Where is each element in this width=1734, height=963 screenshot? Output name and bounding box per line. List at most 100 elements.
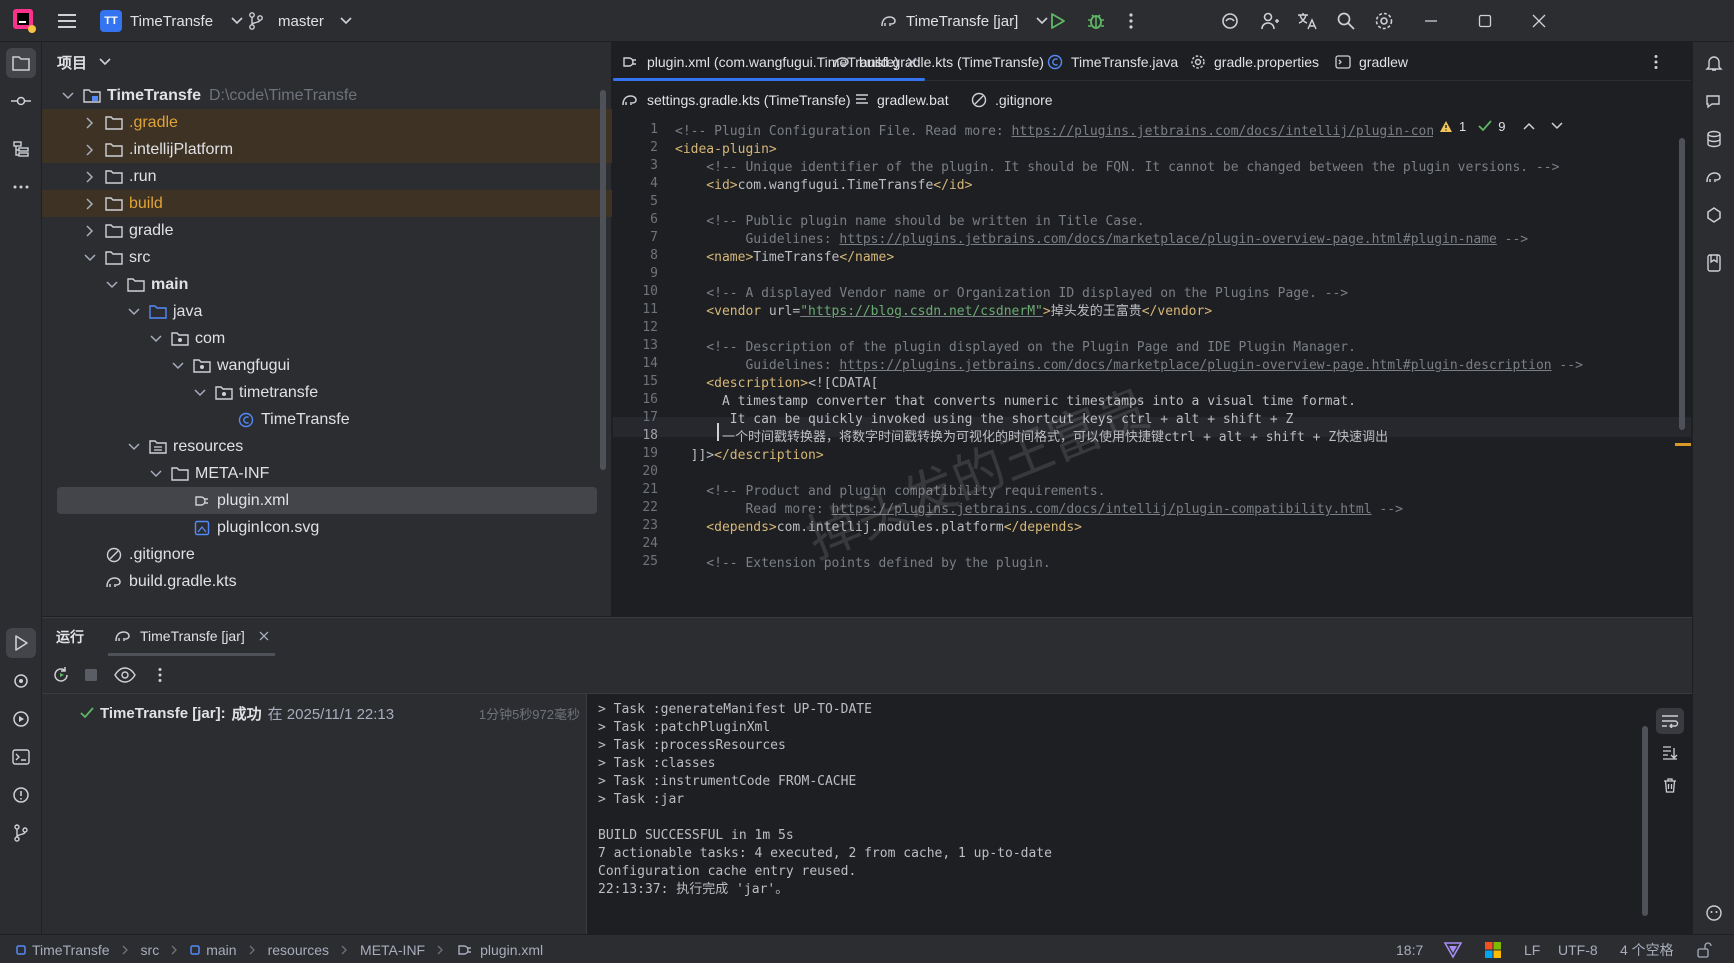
tree-item-main[interactable]: main [42,271,612,298]
chevron-down-icon[interactable] [126,304,142,320]
structure-icon[interactable] [6,134,36,164]
copilot-icon[interactable] [1699,200,1729,230]
console-scrollbar[interactable] [1642,726,1648,916]
chevron-down-icon[interactable] [1551,122,1563,130]
tab-settings-gradle[interactable]: settings.gradle.kts (TimeTransfe) [621,81,851,118]
feedback-icon[interactable] [1699,898,1729,928]
tab-build-gradle[interactable]: build.gradle.kts (TimeTransfe) [833,42,1044,81]
file-encoding[interactable]: UTF-8 [1558,935,1598,963]
tab-gradle-properties[interactable]: gradle.properties [1190,42,1319,81]
ai-assistant-icon[interactable] [1220,0,1240,42]
chevron-down-icon[interactable] [192,385,208,401]
main-menu-icon[interactable] [56,0,78,42]
tree-item-gradle[interactable]: gradle [42,217,612,244]
tree-item-build-gradle-kts[interactable]: build.gradle.kts [42,568,612,595]
more-actions-icon[interactable] [154,664,166,686]
inspection-widget[interactable]: 1 9 [1433,114,1570,138]
lock-icon[interactable] [1696,935,1712,963]
breadcrumb-item[interactable]: TimeTransfe [32,942,110,958]
close-tab-icon[interactable] [259,631,269,641]
notifications-bell-icon[interactable] [1699,48,1729,78]
editor-scrollbar[interactable] [1679,138,1685,430]
run-result-row[interactable]: TimeTransfe [jar]: 成功 在 2025/11/1 22:13 … [80,702,580,724]
scroll-to-end-icon[interactable] [1656,740,1684,766]
indent-setting[interactable]: 4 个空格 [1620,935,1674,963]
tab-run-config[interactable]: TimeTransfe [jar] [108,618,275,656]
chevron-down-icon[interactable] [82,250,98,266]
line-separator[interactable]: LF [1524,935,1540,963]
chevron-down-icon[interactable] [148,331,164,347]
more-actions-icon[interactable] [1128,0,1134,42]
settings-gear-icon[interactable] [1374,0,1394,42]
chevron-down-icon[interactable] [104,277,120,293]
commit-icon[interactable] [6,86,36,116]
project-switcher[interactable]: TT TimeTransfe [100,0,243,42]
breadcrumb-item[interactable]: main [206,942,236,958]
more-tabs-icon[interactable] [1653,42,1659,81]
close-window-icon[interactable] [1532,0,1546,42]
tree-item-timetransfe[interactable]: timetransfe [42,379,612,406]
translate-icon[interactable] [1296,0,1318,42]
tab-timetransfe-java[interactable]: TimeTransfe.java [1047,42,1178,81]
tree-item-timetransfe[interactable]: TimeTransfe D:\code\TimeTransfe [42,82,612,109]
debug-button[interactable] [1086,0,1106,42]
breadcrumb-item[interactable]: src [141,942,160,958]
copilot-status-icon[interactable] [1443,935,1463,963]
tree-item-com[interactable]: com [42,325,612,352]
tree-item-meta-inf[interactable]: META-INF [42,460,612,487]
tab-gradlew-bat[interactable]: gradlew.bat [855,81,949,118]
soft-wrap-icon[interactable] [1656,708,1684,734]
branch-switcher[interactable]: master [248,0,352,42]
rerun-icon[interactable] [50,664,72,686]
project-panel-header[interactable]: 项目 [42,42,612,82]
stop-icon[interactable] [80,664,102,686]
add-user-icon[interactable] [1260,0,1280,42]
tab-gradlew[interactable]: gradlew [1335,42,1408,81]
breadcrumb-item[interactable]: resources [268,942,329,958]
database-icon[interactable] [1699,124,1729,154]
ai-chat-icon[interactable] [1699,86,1729,116]
more-tools-icon[interactable] [6,172,36,202]
tree-item-src[interactable]: src [42,244,612,271]
chevron-right-icon[interactable] [82,169,98,185]
gradle-tool-icon[interactable] [1699,162,1729,192]
chevron-right-icon[interactable] [82,223,98,239]
chevron-right-icon[interactable] [82,196,98,212]
terminal-icon[interactable] [6,742,36,772]
tree-item-gradle[interactable]: .gradle [42,109,612,136]
tab-gitignore[interactable]: .gitignore [971,81,1053,118]
code-link[interactable]: https://plugins.jetbrains.com/docs/marke… [839,232,1496,247]
tree-item-timetransfe[interactable]: TimeTransfe [42,406,612,433]
chevron-down-icon[interactable] [148,466,164,482]
chevron-down-icon[interactable] [126,439,142,455]
trash-icon[interactable] [1656,772,1684,798]
tree-item-build[interactable]: build [42,190,612,217]
project-tool-folder-icon[interactable] [6,48,36,78]
tree-item-java[interactable]: java [42,298,612,325]
editor-error-stripe-mark[interactable] [1675,443,1691,446]
chevron-down-icon[interactable] [170,358,186,374]
tree-item-pluginicon-svg[interactable]: pluginIcon.svg [42,514,612,541]
console-output[interactable]: > Task :generateManifest UP-TO-DATE > Tas… [598,694,1692,935]
bookmarks-icon[interactable] [1699,248,1729,278]
chevron-down-icon[interactable] [60,88,76,104]
project-scrollbar[interactable] [600,90,606,470]
chevron-right-icon[interactable] [82,115,98,131]
code-link[interactable]: https://plugins.jetbrains.com/docs/marke… [839,358,1551,373]
code-content[interactable]: <!-- Plugin Configuration File. Read mor… [675,122,1685,616]
tree-item-intellijplatform[interactable]: .intellijPlatform [42,136,612,163]
run-config-selector[interactable]: TimeTransfe [jar] [880,0,1048,42]
chevron-right-icon[interactable] [82,142,98,158]
tree-item-gitignore[interactable]: .gitignore [42,541,612,568]
search-icon[interactable] [1336,0,1356,42]
tree-item-plugin-xml[interactable]: plugin.xml [57,487,597,514]
breadcrumb-item[interactable]: META-INF [360,942,425,958]
breadcrumb-item[interactable]: plugin.xml [480,942,543,958]
minimize-window-icon[interactable] [1424,0,1438,42]
problems-icon[interactable] [6,780,36,810]
eye-icon[interactable] [112,664,138,686]
windows-logo-icon[interactable] [1484,935,1502,963]
tree-item-wangfugui[interactable]: wangfugui [42,352,612,379]
maximize-window-icon[interactable] [1478,0,1492,42]
services-icon[interactable] [6,704,36,734]
